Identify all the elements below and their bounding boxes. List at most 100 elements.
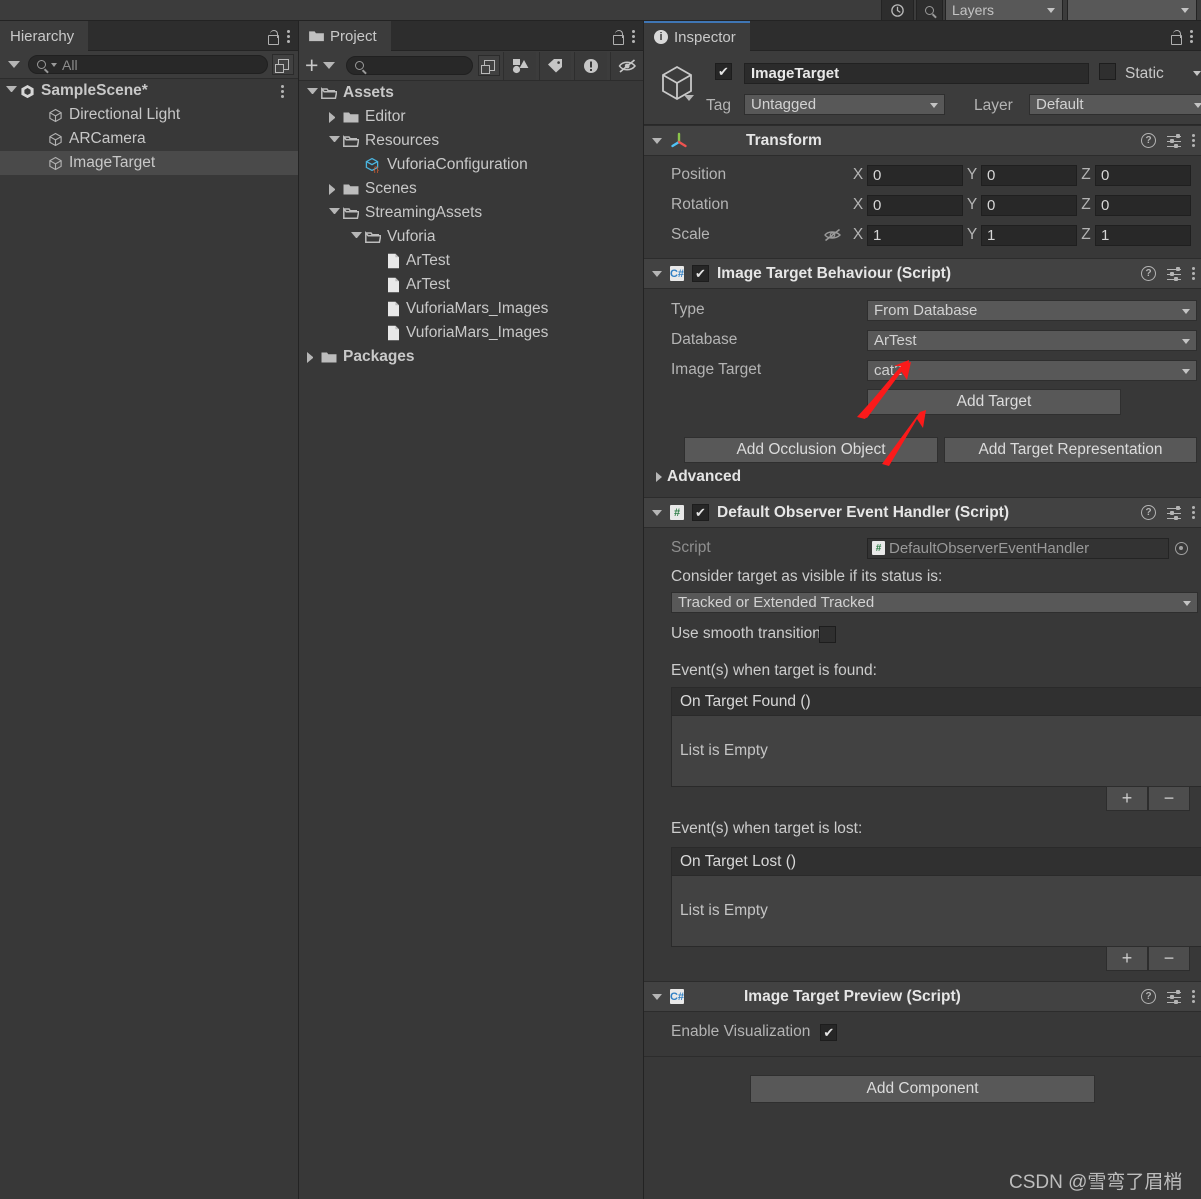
preset-icon[interactable]	[1167, 506, 1181, 520]
more-options-icon[interactable]	[287, 29, 290, 43]
project-item-vuforiamars-images[interactable]: VuforiaMars_Images	[299, 297, 643, 321]
chevron-right-icon[interactable]	[329, 183, 340, 195]
add-occlusion-object-button[interactable]: Add Occlusion Object	[684, 437, 938, 463]
preset-icon[interactable]	[1167, 267, 1181, 281]
hierarchy-item-imagetarget[interactable]: ImageTarget	[0, 151, 298, 175]
hierarchy-search-input[interactable]: All	[28, 55, 268, 74]
position-z-input[interactable]: 0	[1095, 164, 1191, 186]
help-icon[interactable]: ?	[1141, 266, 1156, 281]
enable-visualization-checkbox[interactable]: ✔	[820, 1023, 838, 1041]
select-object-icon[interactable]	[1175, 541, 1188, 555]
advanced-foldout[interactable]: Advanced	[644, 463, 1201, 491]
scale-z-input[interactable]: 1	[1095, 224, 1191, 246]
chevron-down-icon[interactable]	[652, 993, 662, 1000]
status-dropdown[interactable]: Tracked or Extended Tracked	[671, 592, 1198, 613]
create-dropdown-icon[interactable]	[323, 62, 336, 69]
type-dropdown[interactable]: From Database	[867, 299, 1197, 321]
scale-x-input[interactable]: 1	[867, 224, 963, 246]
warning-filter-button[interactable]	[574, 51, 608, 80]
project-item-scenes[interactable]: Scenes	[299, 177, 643, 201]
static-dropdown-icon[interactable]	[1193, 71, 1201, 76]
database-dropdown[interactable]: ArTest	[867, 329, 1197, 351]
remove-found-listener-button[interactable]: −	[1148, 786, 1190, 811]
prefab-dropdown-icon[interactable]	[684, 95, 694, 101]
rotation-z-input[interactable]: 0	[1095, 194, 1191, 216]
layer-dropdown[interactable]: Default	[1029, 94, 1201, 115]
more-options-icon[interactable]	[1192, 134, 1195, 147]
add-target-button[interactable]: Add Target	[867, 389, 1121, 415]
search-in-window-button[interactable]	[272, 54, 294, 75]
image-target-behaviour-header[interactable]: C# ✔ Image Target Behaviour (Script) ?	[644, 258, 1201, 289]
more-options-icon[interactable]	[1192, 990, 1195, 1003]
search-icon-button[interactable]	[916, 0, 943, 20]
project-item-packages[interactable]: Packages	[299, 345, 643, 369]
image-target-dropdown[interactable]: cat2	[867, 359, 1197, 381]
chevron-down-icon[interactable]	[351, 231, 362, 243]
more-options-icon[interactable]	[632, 29, 635, 43]
more-options-icon[interactable]	[1190, 29, 1193, 43]
more-options-icon[interactable]	[1192, 506, 1195, 519]
help-icon[interactable]: ?	[1141, 505, 1156, 520]
chevron-down-icon[interactable]	[307, 87, 318, 99]
save-search-button[interactable]	[478, 55, 500, 76]
gameobject-name-input[interactable]: ImageTarget	[744, 63, 1089, 84]
hierarchy-item-directional-light[interactable]: Directional Light	[0, 103, 298, 127]
tag-dropdown[interactable]: Untagged	[744, 94, 945, 115]
image-target-preview-header[interactable]: C# Image Target Preview (Script) ?	[644, 981, 1201, 1012]
tab-hierarchy[interactable]: Hierarchy	[0, 21, 89, 51]
chevron-right-icon[interactable]	[329, 111, 340, 123]
project-item-vuforia[interactable]: Vuforia	[299, 225, 643, 249]
lock-icon[interactable]	[267, 29, 279, 45]
script-object-field[interactable]: # DefaultObserverEventHandler	[867, 537, 1169, 559]
project-search-input[interactable]	[346, 56, 474, 75]
remove-lost-listener-button[interactable]: −	[1148, 946, 1190, 971]
project-item-vuforiaconfiguration[interactable]: {} VuforiaConfiguration	[299, 153, 643, 177]
layout-dropdown[interactable]	[1067, 0, 1197, 20]
project-item-artest[interactable]: ArTest	[299, 273, 643, 297]
constrained-proportions-off-icon[interactable]	[823, 227, 843, 243]
position-y-input[interactable]: 0	[981, 164, 1077, 186]
add-target-representation-button[interactable]: Add Target Representation	[944, 437, 1197, 463]
gameobject-enabled-checkbox[interactable]: ✔	[715, 63, 732, 80]
observer-event-handler-enabled-checkbox[interactable]: ✔	[692, 504, 709, 521]
chevron-down-icon[interactable]	[329, 207, 340, 219]
chevron-down-icon[interactable]	[652, 509, 662, 516]
hidden-eye-button[interactable]	[610, 51, 643, 80]
project-item-resources[interactable]: Resources	[299, 129, 643, 153]
transform-component-header[interactable]: Transform ?	[644, 125, 1201, 156]
observer-event-handler-header[interactable]: # ✔ Default Observer Event Handler (Scri…	[644, 497, 1201, 528]
chevron-right-icon[interactable]	[307, 351, 318, 363]
lock-icon[interactable]	[612, 29, 624, 45]
rotation-x-input[interactable]: 0	[867, 194, 963, 216]
project-item-artest[interactable]: ArTest	[299, 249, 643, 273]
chevron-down-icon[interactable]	[652, 270, 662, 277]
project-item-vuforiamars-images[interactable]: VuforiaMars_Images	[299, 321, 643, 345]
tab-inspector[interactable]: i Inspector	[644, 21, 750, 51]
add-found-listener-button[interactable]: +	[1106, 786, 1148, 811]
help-icon[interactable]: ?	[1141, 133, 1156, 148]
static-checkbox[interactable]	[1099, 63, 1116, 80]
help-icon[interactable]: ?	[1141, 989, 1156, 1004]
tab-project[interactable]: Project	[299, 21, 391, 51]
chevron-down-icon[interactable]	[652, 137, 662, 144]
type-filter-button[interactable]	[502, 51, 536, 80]
scale-y-input[interactable]: 1	[981, 224, 1077, 246]
position-x-input[interactable]: 0	[867, 164, 963, 186]
scene-more-options-icon[interactable]	[281, 84, 284, 98]
rotation-y-input[interactable]: 0	[981, 194, 1077, 216]
image-target-behaviour-enabled-checkbox[interactable]: ✔	[692, 265, 709, 282]
label-filter-button[interactable]	[538, 51, 572, 80]
create-dropdown-icon[interactable]	[8, 61, 20, 68]
chevron-down-icon[interactable]	[329, 135, 340, 147]
create-asset-button[interactable]: +	[305, 54, 318, 77]
preset-icon[interactable]	[1167, 134, 1181, 148]
project-item-assets[interactable]: Assets	[299, 81, 643, 105]
project-item-streamingassets[interactable]: StreamingAssets	[299, 201, 643, 225]
add-component-button[interactable]: Add Component	[750, 1075, 1095, 1103]
preset-icon[interactable]	[1167, 990, 1181, 1004]
more-options-icon[interactable]	[1192, 267, 1195, 280]
hierarchy-item-samplescene[interactable]: SampleScene*	[0, 79, 298, 103]
smooth-transition-checkbox[interactable]	[818, 625, 836, 643]
lock-icon[interactable]	[1170, 29, 1182, 45]
project-item-editor[interactable]: Editor	[299, 105, 643, 129]
